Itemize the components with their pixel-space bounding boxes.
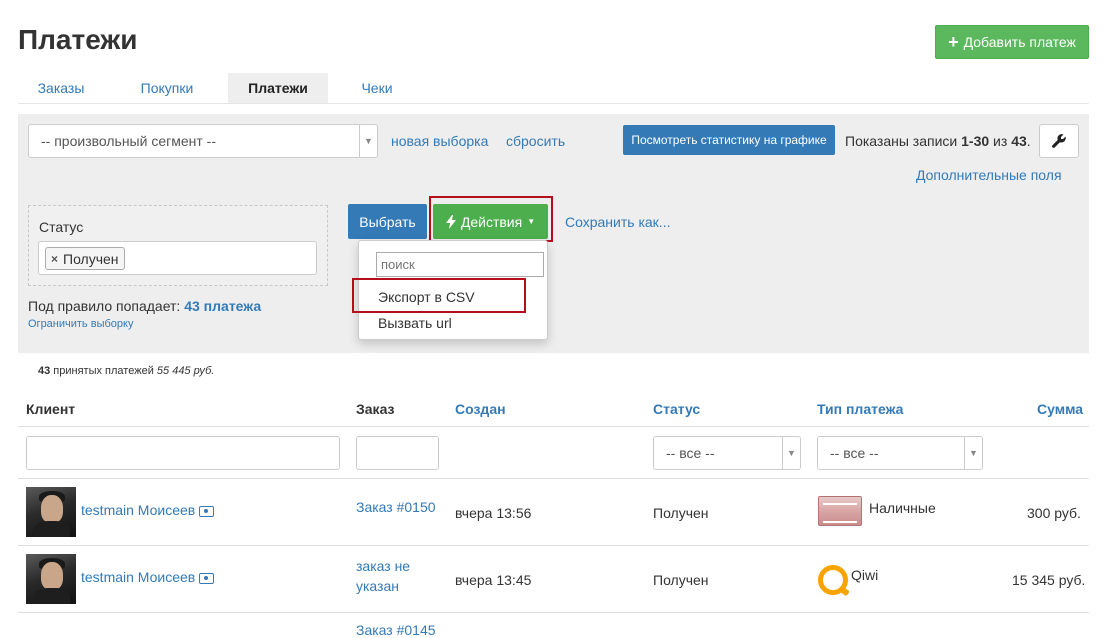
column-header-client: Клиент — [26, 401, 76, 417]
chevron-down-icon: ▼ — [359, 125, 377, 157]
type-filter-select-value: -- все -- — [830, 445, 879, 461]
menu-item-call-url[interactable]: Вызвать url — [378, 315, 452, 331]
export-highlight-box — [352, 278, 526, 313]
tab-receipts[interactable]: Чеки — [344, 73, 410, 103]
client-link[interactable]: testmain Моисеев — [81, 502, 195, 518]
status-filter-select[interactable]: -- все -- ▼ — [653, 436, 801, 470]
summary-amount: 55 445 руб. — [156, 365, 215, 377]
column-header-order: Заказ — [356, 401, 395, 417]
page-title: Платежи — [18, 24, 138, 55]
rule-match-count: 43 платежа — [184, 298, 262, 314]
view-stats-button[interactable]: Посмотреть статистику на графике — [623, 125, 835, 155]
payment-type-cell: Наличные — [869, 500, 936, 516]
tab-orders[interactable]: Заказы — [18, 73, 104, 103]
remove-tag-icon[interactable]: × — [51, 252, 58, 266]
order-link[interactable]: заказ не указан — [356, 556, 410, 596]
client-link[interactable]: testmain Моисеев — [81, 569, 195, 585]
chevron-down-icon: ▼ — [964, 437, 982, 469]
chevron-down-icon: ▼ — [782, 437, 800, 469]
records-shown-prefix: Показаны записи — [845, 133, 962, 149]
segment-select-value: -- произвольный сегмент -- — [41, 133, 216, 149]
column-header-status[interactable]: Статус — [653, 401, 700, 417]
plus-icon: + — [948, 32, 959, 52]
summary-text: принятых платежей — [50, 365, 157, 377]
avatar-face — [41, 495, 63, 523]
records-shown-mid: из — [989, 133, 1012, 149]
extra-fields-link[interactable]: Дополнительные поля — [916, 167, 1062, 183]
tabs-bar: Заказы Покупки Платежи Чеки — [18, 73, 1089, 104]
status-cell: Получен — [653, 505, 709, 521]
column-header-payment-type[interactable]: Тип платежа — [817, 401, 903, 417]
qiwi-icon — [818, 565, 848, 595]
limit-selection-link[interactable]: Ограничить выборку — [28, 318, 133, 330]
amount-cell: 15 345 руб. — [1012, 572, 1086, 588]
records-shown-suffix: . — [1026, 133, 1031, 149]
actions-highlight-box — [429, 196, 553, 242]
column-header-created[interactable]: Создан — [455, 401, 506, 417]
status-filter-select-value: -- все -- — [666, 445, 715, 461]
table-row-divider — [18, 612, 1089, 613]
reset-link[interactable]: сбросить — [506, 133, 565, 149]
avatar[interactable] — [26, 554, 76, 604]
id-card-icon[interactable] — [199, 505, 215, 517]
choose-button[interactable]: Выбрать — [348, 204, 427, 239]
avatar-face — [41, 562, 63, 590]
summary-count: 43 — [38, 365, 51, 377]
segment-select[interactable]: -- произвольный сегмент -- ▼ — [28, 124, 378, 158]
column-header-amount[interactable]: Сумма — [1037, 401, 1083, 417]
created-cell: вчера 13:56 — [455, 505, 532, 521]
wrench-icon — [1052, 134, 1066, 148]
amount-cell: 300 руб. — [1027, 505, 1081, 521]
client-cell: testmain Моисеев — [81, 569, 215, 585]
order-link[interactable]: Заказ #0150 — [356, 499, 436, 515]
avatar-body — [34, 521, 70, 537]
order-link-line1: заказ не — [356, 558, 411, 574]
avatar-body — [34, 588, 70, 604]
order-link-line2: указан — [356, 578, 399, 594]
rule-match-prefix: Под правило попадает: — [28, 298, 185, 314]
type-filter-select[interactable]: -- все -- ▼ — [817, 436, 983, 470]
records-shown-range: 1-30 — [961, 133, 990, 149]
client-cell: testmain Моисеев — [81, 502, 215, 518]
cash-icon — [818, 496, 862, 526]
payments-summary: 43 принятых платежей 55 445 руб. — [38, 365, 214, 377]
status-filter-label: Статус — [39, 219, 84, 235]
tab-payments[interactable]: Платежи — [228, 73, 328, 103]
tab-purchases[interactable]: Покупки — [124, 73, 210, 103]
order-filter-input[interactable] — [356, 436, 439, 470]
save-as-link[interactable]: Сохранить как... — [565, 214, 670, 230]
table-row-divider — [18, 478, 1089, 479]
id-card-icon[interactable] — [199, 572, 215, 584]
avatar[interactable] — [26, 487, 76, 537]
table-row-divider — [18, 545, 1089, 546]
status-tag-label: Получен — [63, 250, 119, 267]
table-header-divider — [18, 426, 1089, 427]
records-shown-total: 43 — [1011, 133, 1027, 149]
order-link[interactable]: Заказ #0145 — [356, 622, 436, 638]
created-cell: вчера 13:45 — [455, 572, 532, 588]
records-shown-text: Показаны записи 1-30 из 43. — [845, 133, 1031, 149]
settings-button[interactable] — [1039, 124, 1079, 158]
new-selection-link[interactable]: новая выборка — [391, 133, 488, 149]
payment-type-cell: Qiwi — [851, 567, 879, 583]
dropdown-search-input[interactable] — [376, 252, 544, 277]
rule-match-text: Под правило попадает: 43 платежа — [28, 298, 261, 314]
client-filter-input[interactable] — [26, 436, 340, 470]
add-payment-button[interactable]: + Добавить платеж — [935, 25, 1089, 59]
status-cell: Получен — [653, 572, 709, 588]
add-payment-label: Добавить платеж — [963, 34, 1076, 50]
status-tag: × Получен — [45, 247, 125, 270]
